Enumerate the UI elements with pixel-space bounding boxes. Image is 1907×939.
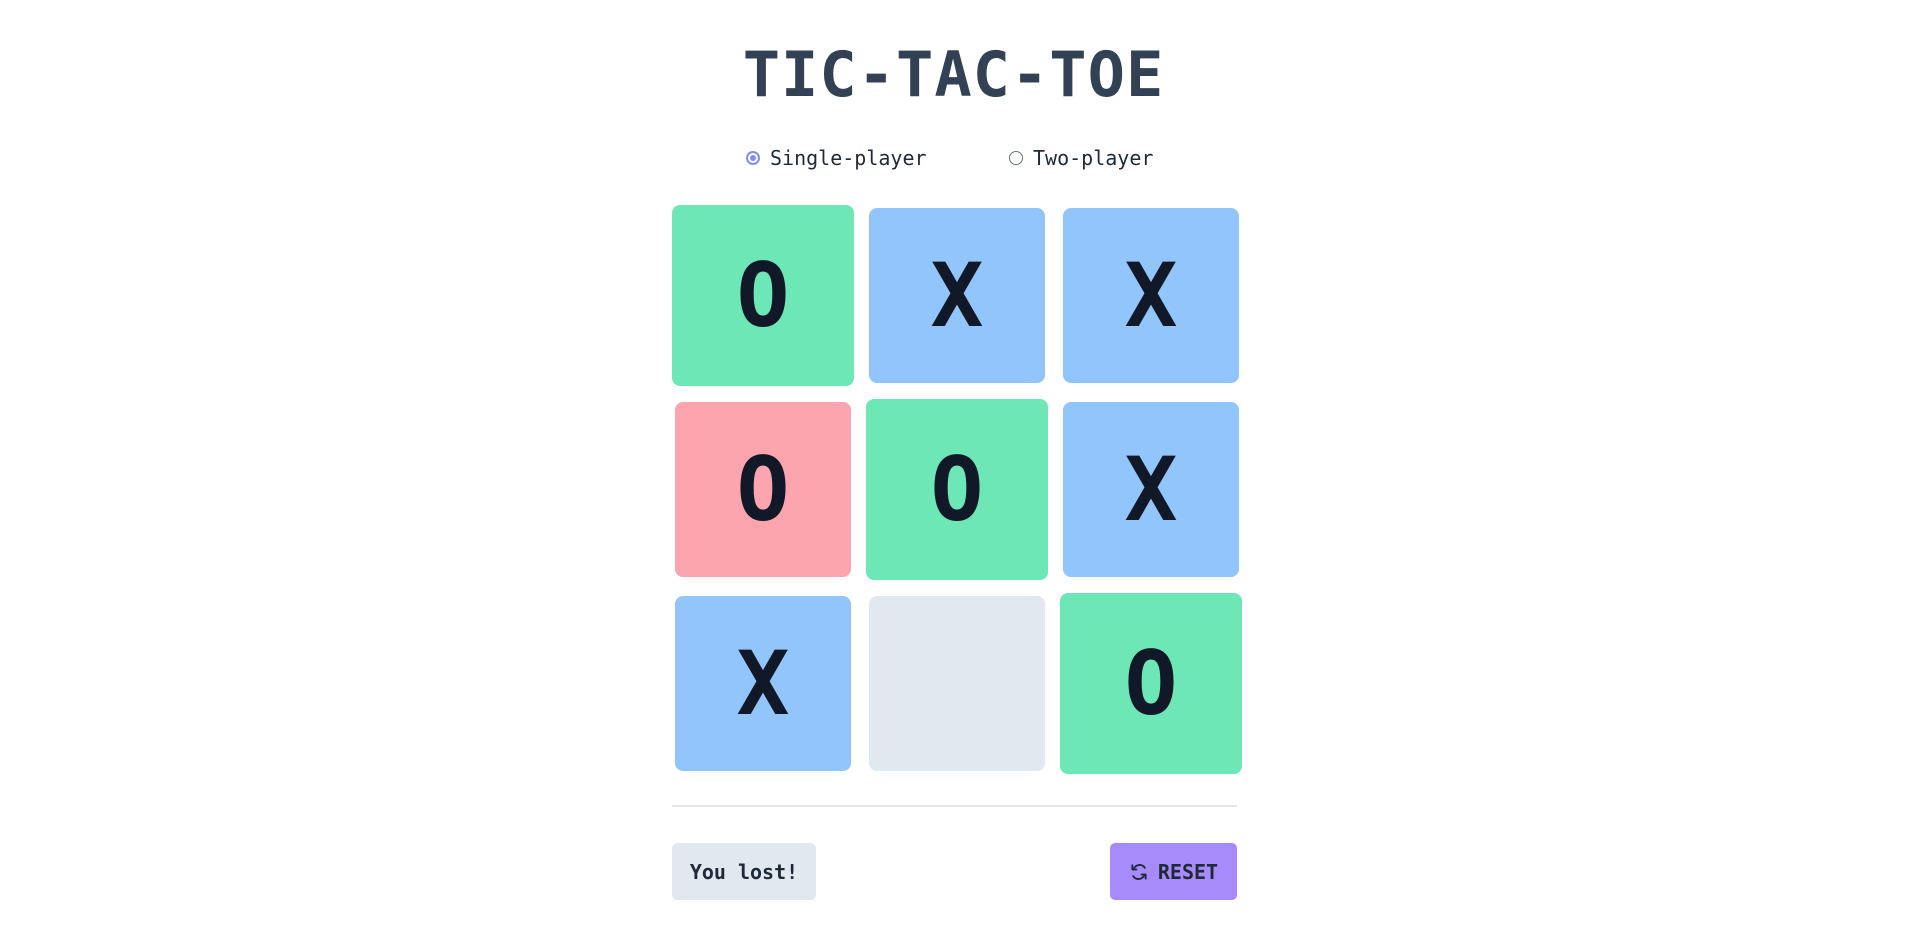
single-player-label: Single-player: [770, 146, 927, 170]
two-player-label: Two-player: [1033, 146, 1154, 170]
reset-button[interactable]: RESET: [1110, 843, 1237, 900]
board-cell-9[interactable]: O: [1060, 593, 1242, 774]
board-cell-1[interactable]: O: [672, 205, 854, 386]
board-cell-7[interactable]: X: [675, 596, 851, 771]
board-cell-6[interactable]: X: [1063, 402, 1239, 577]
board-cell-3[interactable]: X: [1063, 208, 1239, 383]
two-player-radio[interactable]: [1009, 151, 1023, 165]
divider: [672, 805, 1237, 807]
mode-selector: Single-player Two-player: [0, 144, 1907, 172]
board-cell-5[interactable]: O: [866, 399, 1048, 580]
single-player-option[interactable]: Single-player: [746, 144, 927, 172]
board-cell-8[interactable]: [869, 596, 1045, 771]
status-message: You lost!: [672, 843, 816, 900]
two-player-option[interactable]: Two-player: [1009, 144, 1153, 172]
page-title: TIC-TAC-TOE: [742, 38, 1165, 111]
board-cell-4[interactable]: O: [675, 402, 851, 577]
game-page: TIC-TAC-TOE Single-player Two-player O X…: [0, 0, 1907, 939]
single-player-radio[interactable]: [746, 151, 760, 165]
board-cell-2[interactable]: X: [869, 208, 1045, 383]
reset-label: RESET: [1157, 859, 1219, 884]
refresh-icon: [1131, 863, 1147, 880]
